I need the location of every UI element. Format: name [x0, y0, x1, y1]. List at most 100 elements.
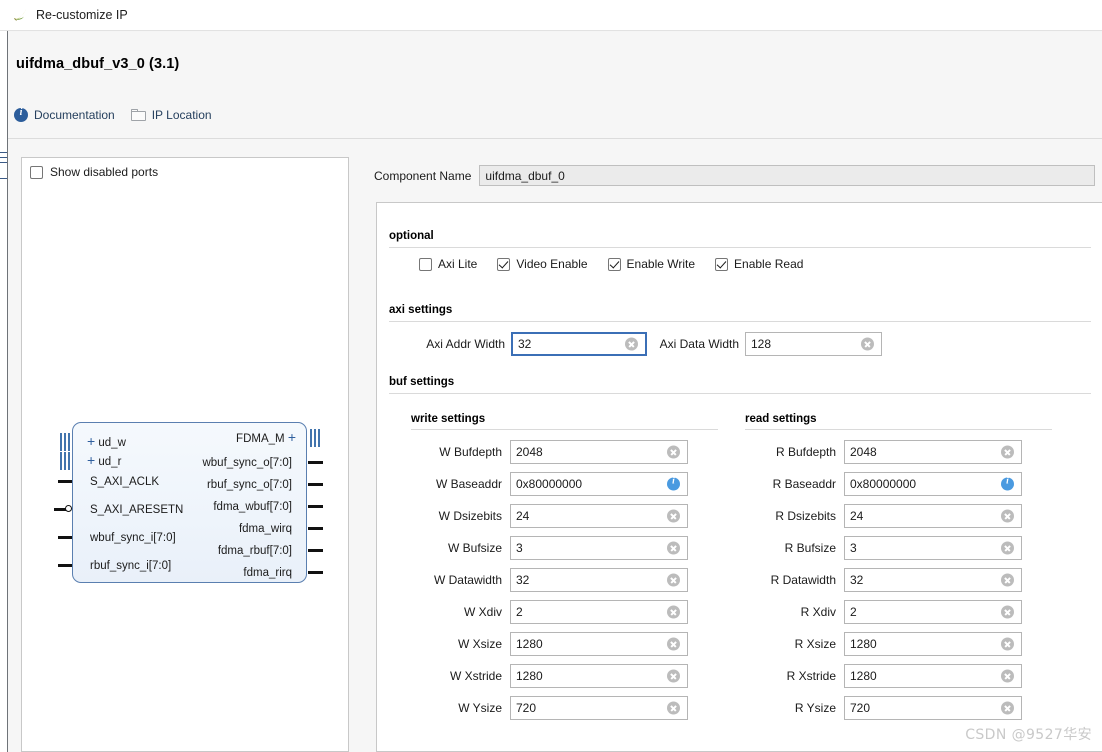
field-w-datawidth: W Datawidth 32: [425, 568, 688, 592]
documentation-link[interactable]: Documentation: [14, 108, 115, 122]
config-pane: Component Name uifdma_dbuf_0 optional Ax…: [368, 139, 1102, 752]
field-r-baseaddr-label: R Baseaddr: [759, 477, 836, 491]
port-connector-wbuf-sync-o[interactable]: [308, 461, 323, 464]
port-connector-fdma-m[interactable]: [310, 429, 321, 447]
field-value: 3: [850, 541, 857, 555]
field-r-dsizebits-input[interactable]: 24: [844, 504, 1022, 528]
clear-icon[interactable]: [625, 338, 638, 351]
component-name-input[interactable]: uifdma_dbuf_0: [479, 165, 1095, 186]
field-r-ysize-input[interactable]: 720: [844, 696, 1022, 720]
field-axi-addr-width-input[interactable]: 32: [511, 332, 647, 356]
field-value: 1280: [850, 637, 877, 651]
section-title-optional: optional: [389, 230, 434, 242]
clear-icon[interactable]: [1001, 702, 1014, 715]
field-r-xstride-input[interactable]: 1280: [844, 664, 1022, 688]
field-r-xsize: R Xsize 1280: [759, 632, 1022, 656]
port-connector-fdma-wbuf[interactable]: [308, 505, 323, 508]
field-r-datawidth-input[interactable]: 32: [844, 568, 1022, 592]
checkbox-video-enable[interactable]: Video Enable: [497, 257, 587, 271]
port-connector-fdma-rirq[interactable]: [308, 571, 323, 574]
clear-icon[interactable]: [1001, 446, 1014, 459]
checkbox-enable-read-box[interactable]: [715, 258, 728, 271]
field-w-ysize-input[interactable]: 720: [510, 696, 688, 720]
checkbox-enable-write-label: Enable Write: [627, 257, 695, 271]
field-r-xdiv-input[interactable]: 2: [844, 600, 1022, 624]
port-label-fdma-rbuf: fdma_rbuf[7:0]: [218, 545, 292, 557]
field-r-baseaddr-input[interactable]: 0x80000000: [844, 472, 1022, 496]
field-value: 32: [516, 573, 529, 587]
port-connector-rbuf-sync-i[interactable]: [58, 564, 73, 567]
port-connector-fdma-wirq[interactable]: [308, 527, 323, 530]
field-w-dsizebits-input[interactable]: 24: [510, 504, 688, 528]
port-label-fdma-m[interactable]: FDMA_M +: [236, 431, 296, 445]
field-axi-data-width-input[interactable]: 128: [745, 332, 882, 356]
field-w-baseaddr-label: W Baseaddr: [425, 477, 502, 491]
field-r-xsize-label: R Xsize: [759, 637, 836, 651]
section-title-read-settings: read settings: [745, 413, 817, 425]
clear-icon[interactable]: [667, 574, 680, 587]
field-r-xstride: R Xstride1280: [759, 664, 1022, 688]
ip-location-label: IP Location: [152, 108, 212, 122]
port-label-ud-r[interactable]: + ud_r: [87, 454, 121, 468]
field-w-xstride-label: W Xstride: [425, 669, 502, 683]
field-w-baseaddr-input[interactable]: 0x80000000: [510, 472, 688, 496]
clear-icon[interactable]: [667, 670, 680, 683]
field-r-bufsize-input[interactable]: 3: [844, 536, 1022, 560]
checkbox-axi-lite[interactable]: Axi Lite: [419, 257, 477, 271]
field-w-xstride-input[interactable]: 1280: [510, 664, 688, 688]
checkbox-enable-write-box[interactable]: [608, 258, 621, 271]
checkbox-axi-lite-box[interactable]: [419, 258, 432, 271]
clear-icon[interactable]: [1001, 606, 1014, 619]
clear-icon[interactable]: [1001, 574, 1014, 587]
port-connector-s-axi-aclk[interactable]: [58, 480, 73, 483]
clear-icon[interactable]: [667, 638, 680, 651]
ip-location-link[interactable]: IP Location: [131, 108, 212, 122]
port-connector-ud-r[interactable]: [60, 452, 71, 470]
port-label-ud-w[interactable]: + ud_w: [87, 435, 126, 449]
checkbox-video-enable-box[interactable]: [497, 258, 510, 271]
field-value: 32: [850, 573, 863, 587]
port-connector-wbuf-sync-i[interactable]: [58, 536, 73, 539]
clear-icon[interactable]: [1001, 510, 1014, 523]
field-w-xsize-input[interactable]: 1280: [510, 632, 688, 656]
clear-icon[interactable]: [861, 338, 874, 351]
port-label-fdma-rirq: fdma_rirq: [243, 567, 292, 579]
clear-icon[interactable]: [667, 702, 680, 715]
clear-icon[interactable]: [667, 606, 680, 619]
field-w-xdiv-input[interactable]: 2: [510, 600, 688, 624]
field-w-bufdepth-input[interactable]: 2048: [510, 440, 688, 464]
field-w-bufsize-input[interactable]: 3: [510, 536, 688, 560]
clear-icon[interactable]: [667, 510, 680, 523]
section-rule-axi-settings: [389, 321, 1091, 322]
field-r-xdiv-label: R Xdiv: [759, 605, 836, 619]
field-value: 24: [516, 509, 529, 523]
optional-checkbox-row: Axi Lite Video Enable Enable Write Enabl…: [419, 257, 803, 271]
expand-icon-fdma-m[interactable]: +: [288, 429, 296, 445]
port-connector-rbuf-sync-o[interactable]: [308, 483, 323, 486]
settings-panel: optional Axi Lite Video Enable Enable Wr…: [376, 202, 1102, 752]
section-rule-write-settings: [411, 429, 718, 430]
checkbox-enable-read[interactable]: Enable Read: [715, 257, 803, 271]
clear-icon[interactable]: [667, 446, 680, 459]
info-icon[interactable]: [1001, 478, 1014, 491]
field-w-datawidth-input[interactable]: 32: [510, 568, 688, 592]
checkbox-enable-write[interactable]: Enable Write: [608, 257, 695, 271]
checkbox-enable-read-label: Enable Read: [734, 257, 803, 271]
info-icon[interactable]: [667, 478, 680, 491]
section-title-axi-settings: axi settings: [389, 304, 452, 316]
expand-icon-ud-r[interactable]: +: [87, 452, 95, 468]
field-w-datawidth-label: W Datawidth: [425, 573, 502, 587]
field-r-bufdepth-input[interactable]: 2048: [844, 440, 1022, 464]
port-connector-ud-w[interactable]: [60, 433, 71, 451]
clear-icon[interactable]: [1001, 638, 1014, 651]
port-connector-fdma-rbuf[interactable]: [308, 549, 323, 552]
field-w-xsize-label: W Xsize: [425, 637, 502, 651]
clear-icon[interactable]: [667, 542, 680, 555]
clear-icon[interactable]: [1001, 542, 1014, 555]
field-value: 1280: [516, 637, 543, 651]
clear-icon[interactable]: [1001, 670, 1014, 683]
expand-icon-ud-w[interactable]: +: [87, 433, 95, 449]
field-w-dsizebits: W Dsizebits24: [425, 504, 688, 528]
field-r-xsize-input[interactable]: 1280: [844, 632, 1022, 656]
frame-splitter-marks[interactable]: [0, 152, 8, 192]
